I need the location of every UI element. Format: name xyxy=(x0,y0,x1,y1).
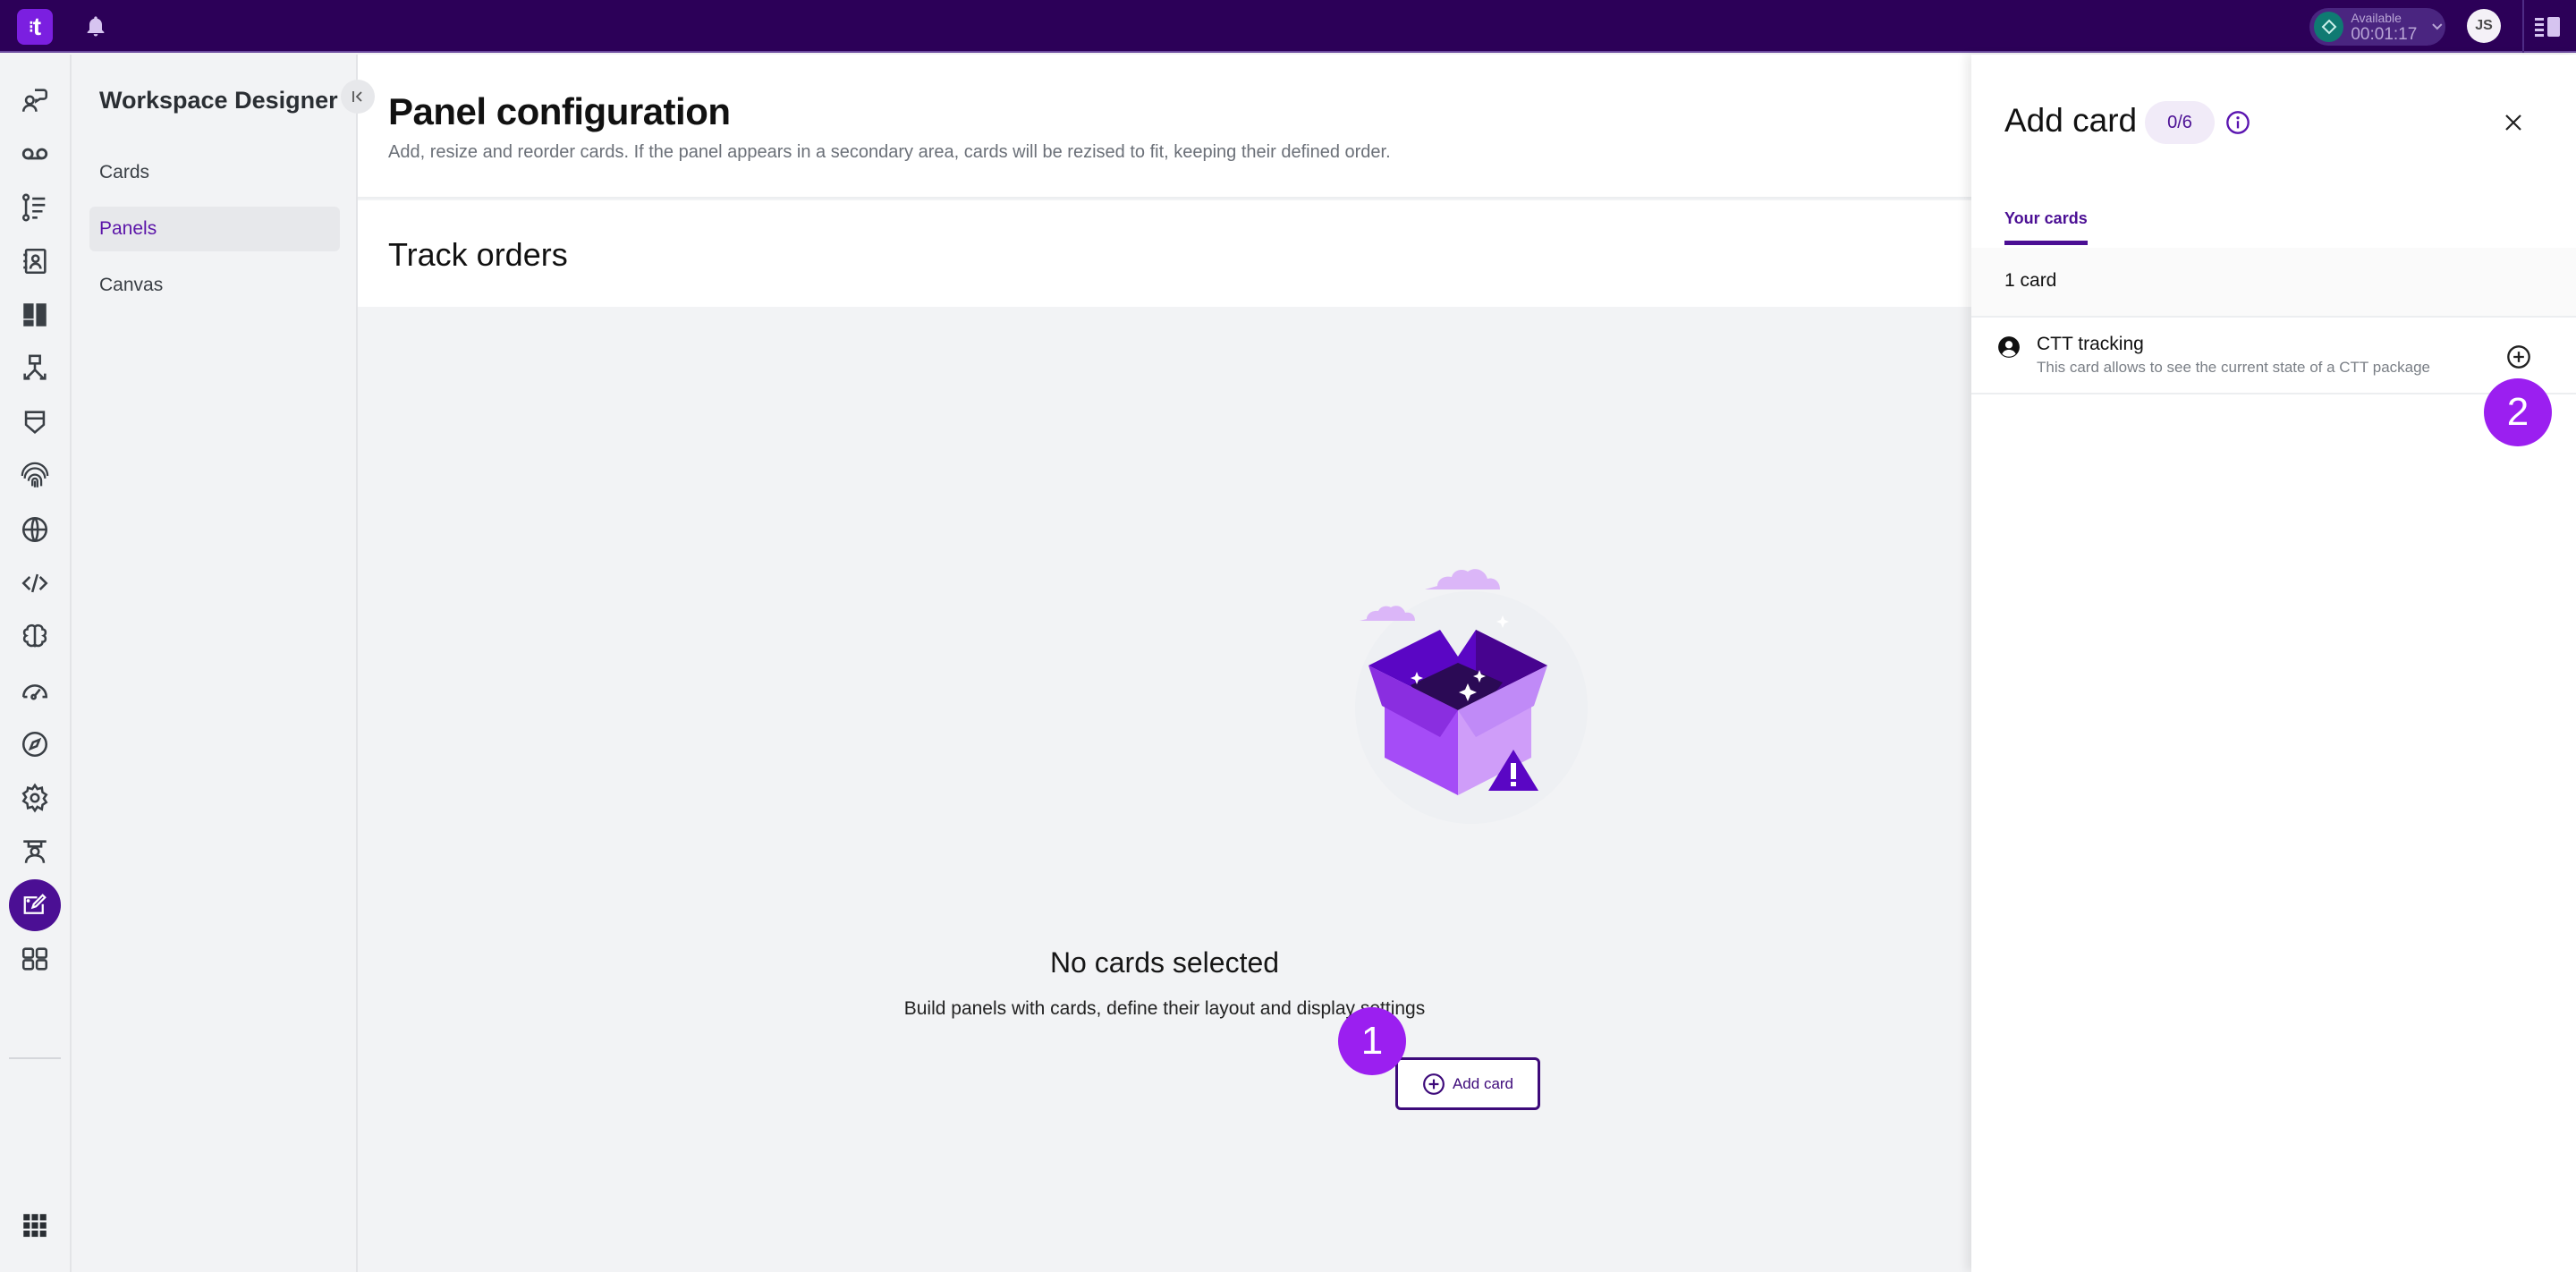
page-header: Panel configuration Add, resize and reor… xyxy=(358,55,1971,199)
compass-icon[interactable] xyxy=(18,727,52,761)
shield-icon[interactable] xyxy=(18,405,52,439)
panel-name-band: Track orders xyxy=(358,200,1971,307)
voicemail-icon[interactable] xyxy=(18,137,52,171)
contacts-book-icon[interactable] xyxy=(18,244,52,278)
drawer-title: Add card xyxy=(2004,102,2138,139)
agent-chat-icon[interactable] xyxy=(18,83,52,117)
info-icon[interactable] xyxy=(2225,110,2250,135)
workspace-designer-icon[interactable] xyxy=(9,879,61,931)
add-card-button-label: Add card xyxy=(1452,1074,1514,1092)
cards-count-row: 1 card xyxy=(1971,248,2576,318)
rail-divider xyxy=(9,1057,61,1059)
workspace-designer-nav: Workspace Designer Cards Panels Canvas xyxy=(72,55,358,1272)
card-name: CTT tracking xyxy=(2037,334,2144,354)
app-logo[interactable]: ⁝ t xyxy=(17,9,53,45)
notifications-bell-icon[interactable] xyxy=(83,14,108,39)
empty-box-illustration xyxy=(1355,569,1588,824)
subnav-item-label: Panels xyxy=(99,218,157,239)
cards-count-label: 1 card xyxy=(2004,270,2057,291)
page-subtitle: Add, resize and reorder cards. If the pa… xyxy=(388,142,1391,162)
close-icon xyxy=(2505,114,2521,131)
settings-gear-icon[interactable] xyxy=(18,781,52,815)
status-label: Available xyxy=(2351,10,2402,25)
step-badge-2: 2 xyxy=(2484,378,2552,446)
brain-icon[interactable] xyxy=(18,620,52,654)
empty-state-description: Build panels with cards, define their la… xyxy=(903,998,1426,1019)
collapse-sidebar-button[interactable] xyxy=(341,80,375,114)
collapse-left-icon xyxy=(352,91,362,102)
main-content: Panel configuration Add, resize and reor… xyxy=(358,55,1971,1272)
code-icon[interactable] xyxy=(18,566,52,600)
agent-status-selector[interactable]: Available 00:01:17 xyxy=(2309,8,2445,46)
status-timer: 00:01:17 xyxy=(2351,24,2418,44)
speedometer-icon[interactable] xyxy=(18,674,52,708)
app-launcher-icon[interactable] xyxy=(18,1208,52,1242)
app-rail xyxy=(0,55,72,1272)
dashboard-layout-icon[interactable] xyxy=(18,298,52,332)
side-panel-toggle-icon[interactable] xyxy=(2533,14,2563,39)
subnav-item-cards[interactable]: Cards xyxy=(89,150,340,195)
empty-state: No cards selected Build panels with card… xyxy=(358,307,1971,1272)
supervisor-icon[interactable] xyxy=(18,835,52,869)
empty-state-title: No cards selected xyxy=(1049,946,1280,979)
add-card-button[interactable]: Add card xyxy=(1395,1057,1540,1110)
routing-icon[interactable] xyxy=(18,352,52,386)
workflow-list-icon[interactable] xyxy=(18,191,52,225)
user-avatar[interactable]: JS xyxy=(2467,9,2501,43)
fingerprint-icon[interactable] xyxy=(18,459,52,493)
tab-your-cards[interactable]: Your cards xyxy=(2004,209,2088,245)
page-title: Panel configuration xyxy=(388,90,731,132)
plus-circle-icon xyxy=(2507,345,2530,369)
chevron-down-icon xyxy=(2432,23,2443,30)
add-card-drawer: Add card 0/6 Your cards 1 card CTT track… xyxy=(1971,55,2576,1272)
status-diamond-icon xyxy=(2314,12,2344,42)
card-count-badge: 0/6 xyxy=(2145,101,2215,144)
subnav-item-label: Cards xyxy=(99,162,150,182)
subnav-item-canvas[interactable]: Canvas xyxy=(89,263,340,308)
globe-icon[interactable] xyxy=(18,513,52,547)
panel-name: Track orders xyxy=(388,236,568,273)
plus-circle-icon xyxy=(1423,1073,1445,1095)
subnav-item-panels[interactable]: Panels xyxy=(89,207,340,251)
topbar-divider xyxy=(2522,0,2524,53)
step-badge-1: 1 xyxy=(1338,1007,1406,1075)
apps-grid-icon[interactable] xyxy=(18,942,52,976)
card-list-item: CTT tracking This card allows to see the… xyxy=(1971,318,2576,394)
user-account-icon xyxy=(1998,336,2020,358)
add-card-to-panel-button[interactable] xyxy=(2504,343,2533,371)
top-bar: ⁝ t Available 00:01:17 JS xyxy=(0,0,2576,53)
subnav-title: Workspace Designer xyxy=(99,87,338,114)
card-description: This card allows to see the current stat… xyxy=(2037,359,2431,376)
subnav-item-label: Canvas xyxy=(99,275,164,295)
close-drawer-button[interactable] xyxy=(2497,106,2529,139)
